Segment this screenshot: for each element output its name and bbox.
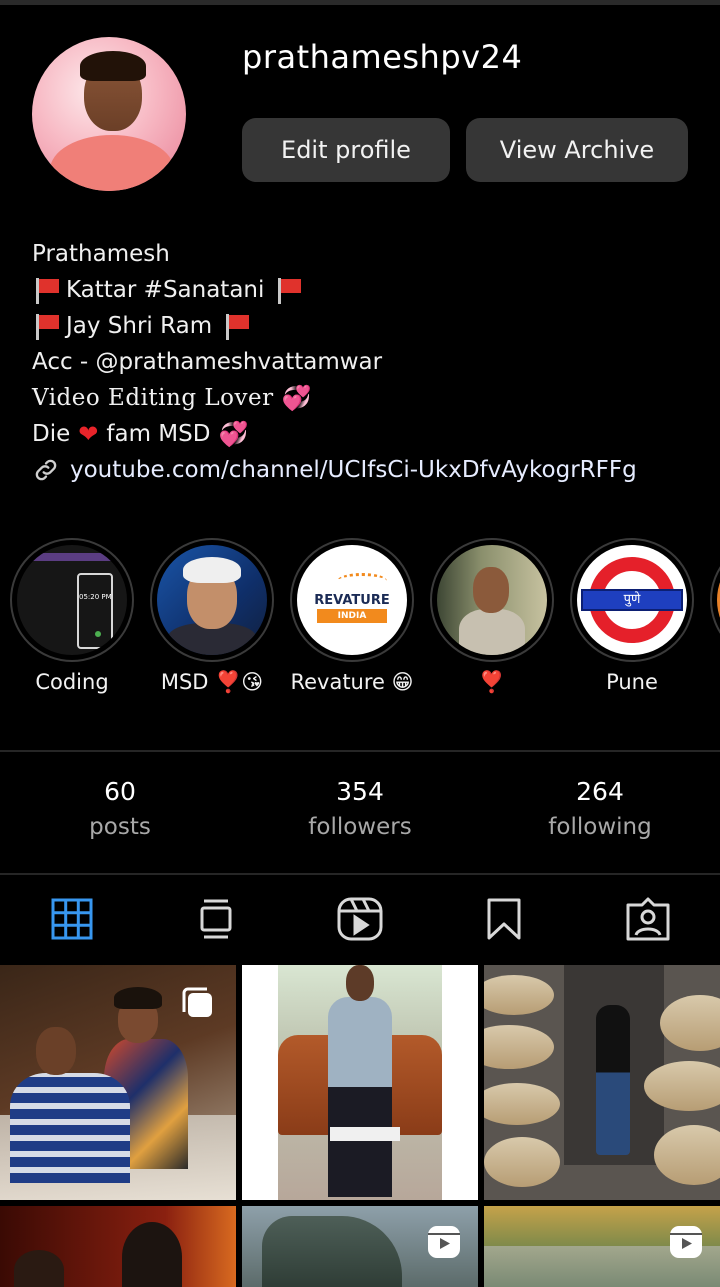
tab-reels[interactable] xyxy=(288,882,432,956)
edit-profile-button[interactable]: Edit profile xyxy=(242,118,450,182)
bio-line-1-text: Kattar #Sanatani xyxy=(66,277,265,303)
bio-line-4: Video Editing Lover 💞 xyxy=(32,380,692,416)
bio-link[interactable]: youtube.com/channel/UCIfsCi-UkxDfvAykogr… xyxy=(32,452,692,488)
reel-indicator-icon xyxy=(428,1226,460,1258)
revature-logo-sub: INDIA xyxy=(317,609,387,623)
revolving-hearts-icon: 💞 xyxy=(218,420,249,448)
following-label: following xyxy=(548,814,652,840)
highlight-heart[interactable]: ❣️ xyxy=(430,538,554,694)
following-stat[interactable]: 264 following xyxy=(480,776,720,846)
post-thumbnail[interactable] xyxy=(0,965,236,1200)
posts-label: posts xyxy=(89,814,151,840)
reel-indicator-icon xyxy=(670,1226,702,1258)
feed-icon xyxy=(200,899,232,939)
bio-line-1: Kattar #Sanatani xyxy=(32,272,692,308)
section-divider xyxy=(0,873,720,875)
tab-feed[interactable] xyxy=(144,882,288,956)
post-thumbnail[interactable] xyxy=(484,965,720,1200)
highlight-coding[interactable]: 05:20 PM Coding xyxy=(10,538,134,694)
red-flag-icon xyxy=(276,276,302,304)
grid-icon xyxy=(51,898,93,940)
highlight-partial[interactable] xyxy=(710,538,720,662)
reels-icon xyxy=(337,897,383,941)
highlight-pune[interactable]: पुणे Pune xyxy=(570,538,694,694)
revolving-hearts-icon: 💞 xyxy=(281,384,312,412)
tab-saved[interactable] xyxy=(432,882,576,956)
bio-line-4-text: Video Editing Lover xyxy=(32,385,274,411)
highlight-revature[interactable]: REVATURE INDIA Revature 😁 xyxy=(290,538,414,694)
following-count: 264 xyxy=(576,777,624,806)
highlight-msd[interactable]: MSD ❣️😘 xyxy=(150,538,274,694)
carousel-icon xyxy=(182,987,212,1017)
followers-count: 354 xyxy=(336,777,384,806)
post-thumbnail[interactable] xyxy=(484,1206,720,1287)
red-flag-icon xyxy=(224,312,250,340)
profile-avatar[interactable] xyxy=(32,37,186,191)
top-divider xyxy=(0,0,720,5)
red-heart-icon: ❤ xyxy=(78,420,99,448)
red-flag-icon xyxy=(34,276,60,304)
saved-icon xyxy=(487,898,521,940)
post-thumbnail[interactable] xyxy=(0,1206,236,1287)
bio-line-5-text-a: Die xyxy=(32,421,71,447)
posts-count: 60 xyxy=(104,777,136,806)
username: prathameshpv24 xyxy=(242,38,523,76)
revature-logo-text: REVATURE xyxy=(314,593,390,608)
followers-label: followers xyxy=(308,814,412,840)
highlight-label: Pune xyxy=(606,670,658,694)
section-divider xyxy=(0,750,720,752)
tagged-icon xyxy=(626,897,670,941)
bio-name: Prathamesh xyxy=(32,241,170,267)
posts-stat[interactable]: 60 posts xyxy=(0,776,240,846)
view-archive-button[interactable]: View Archive xyxy=(466,118,688,182)
bio-line-2-text: Jay Shri Ram xyxy=(66,313,213,339)
followers-stat[interactable]: 354 followers xyxy=(240,776,480,846)
bio-link-text[interactable]: youtube.com/channel/UCIfsCi-UkxDfvAykogr… xyxy=(70,452,637,488)
link-icon xyxy=(35,459,57,481)
bio-line-3: Acc - @prathameshvattamwar xyxy=(32,349,383,375)
bio-line-5-text-b: fam MSD xyxy=(106,421,211,447)
tab-tagged[interactable] xyxy=(576,882,720,956)
tab-grid[interactable] xyxy=(0,882,144,956)
bio-line-5: Die ❤ fam MSD 💞 xyxy=(32,416,692,452)
post-thumbnail[interactable] xyxy=(242,965,478,1200)
bio-line-2: Jay Shri Ram xyxy=(32,308,692,344)
post-thumbnail[interactable] xyxy=(242,1206,478,1287)
red-flag-icon xyxy=(34,312,60,340)
highlight-coding-time: 05:20 PM xyxy=(79,593,112,601)
bio: Prathamesh Kattar #Sanatani Jay Shri Ram… xyxy=(32,236,692,488)
pune-sign-text: पुणे xyxy=(581,589,683,611)
